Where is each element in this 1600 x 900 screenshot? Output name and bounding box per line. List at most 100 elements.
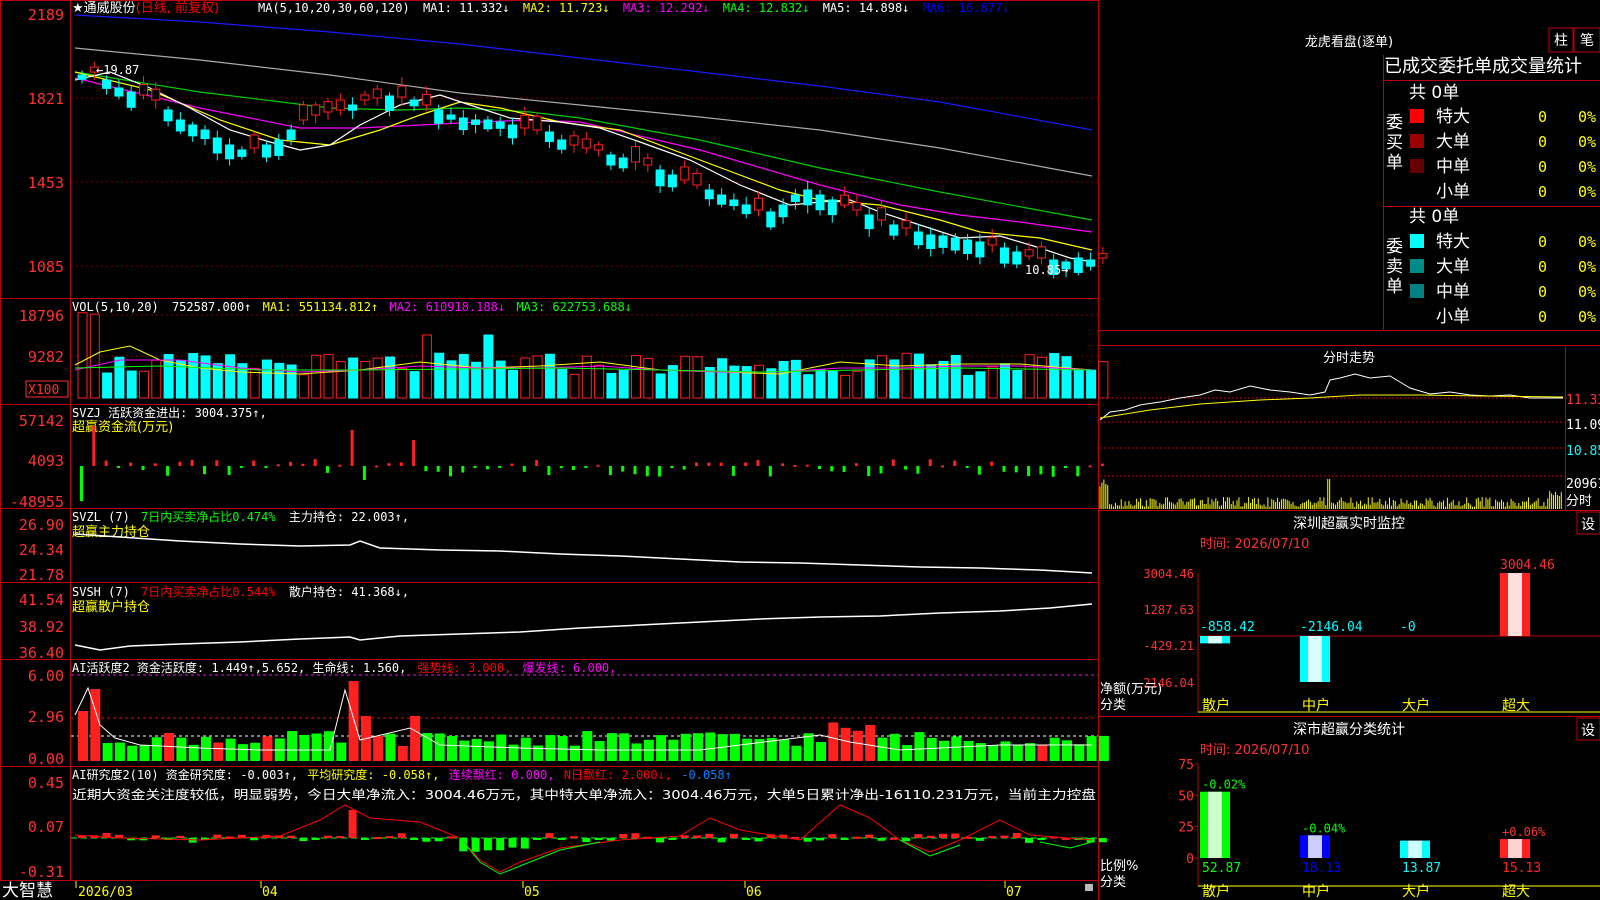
sell-order-swatch	[1410, 234, 1424, 248]
volume-bar	[569, 373, 580, 399]
ai-active-bar	[840, 727, 851, 761]
ai-active-bar	[680, 733, 691, 761]
lock-icon[interactable]	[1085, 884, 1093, 891]
fund-flow-bar	[203, 466, 206, 475]
candle	[1036, 246, 1046, 259]
svzl-hold: 主力持仓: 22.003↑,	[289, 509, 409, 524]
candle	[569, 135, 579, 146]
ai-research-bar	[975, 838, 984, 841]
svsh-header: SVSH (7) 7日内买卖净占比0.544% 散户持仓: 41.368↓,	[72, 584, 409, 599]
fund-flow-bar	[891, 459, 895, 466]
ma5-value: MA5: 14.898↓	[823, 1, 910, 15]
ai-active-bar	[397, 745, 408, 761]
candle	[557, 139, 567, 150]
order-side-char: 单	[1386, 277, 1403, 297]
ai-research-bar	[287, 835, 296, 838]
cls-change-label: -0.02%	[1202, 778, 1246, 792]
cls-unit: 比例%	[1100, 859, 1138, 874]
candle	[766, 211, 776, 228]
volume-bar	[520, 357, 531, 399]
volume-bar	[987, 366, 998, 399]
ai-active-bar	[889, 733, 900, 761]
ai-active-bar	[213, 742, 224, 761]
ai-research-bar	[508, 838, 517, 848]
candle	[163, 109, 173, 122]
ma2-line	[74, 71, 1093, 251]
ai-research-bar	[299, 838, 308, 842]
ai-active-bar	[1012, 745, 1023, 761]
sell-order-pct: 0%	[1578, 258, 1596, 276]
volume-bar	[1098, 361, 1109, 399]
candle	[212, 137, 222, 154]
candle	[237, 149, 247, 157]
volume-bar	[692, 356, 703, 399]
fund-flow-bar	[215, 460, 219, 466]
fund-flow-bar	[744, 462, 748, 466]
fund-flow-bar	[116, 466, 120, 468]
fund-flow-bar	[867, 466, 871, 477]
ai-active-bar	[311, 733, 322, 761]
ai-research-bar	[360, 838, 369, 840]
candle	[274, 139, 284, 156]
cls-title: 深市超赢分类统计	[1293, 721, 1405, 738]
ai-active-bar	[422, 733, 433, 761]
order-stats: 委买单委卖单共 0单共 0单特大 0 0%大单 0 0%中单 0 0%小单 0 0%特大 0 0%大…	[1386, 83, 1596, 327]
ai-research-bar	[213, 834, 222, 838]
ai-research-bar	[914, 834, 923, 838]
ai-research-bar	[250, 838, 259, 841]
dragon-title: 龙虎看盘(逐单)	[1305, 34, 1393, 50]
fund-flow-bar	[473, 466, 477, 468]
candle	[938, 235, 948, 248]
order-side-char: 买	[1386, 133, 1403, 153]
sell-order-count: 0	[1538, 233, 1547, 251]
ai-research-bar	[422, 838, 431, 842]
ai-research-bar	[951, 833, 960, 838]
volume-bar	[827, 370, 838, 399]
panel-borders	[0, 0, 1600, 900]
sz-category: 中户	[1302, 697, 1330, 714]
candle	[1086, 259, 1096, 267]
candle	[262, 144, 271, 158]
ai-research-bar	[324, 835, 332, 838]
ai-research-bar	[902, 838, 911, 842]
candle	[385, 95, 394, 112]
ai-research-nred: N日飘红: 2.000↓,	[564, 767, 672, 782]
ai-research-bar	[803, 838, 812, 842]
low-label: 10.85	[1025, 263, 1061, 277]
candle	[581, 138, 591, 149]
volume-bar	[311, 354, 322, 399]
fund-flow-bar	[153, 463, 157, 466]
svzl-axis: 26.90 24.34 21.78	[19, 516, 64, 584]
volume-bar	[1049, 353, 1060, 399]
candle	[987, 236, 997, 246]
sz-bar	[1200, 636, 1230, 644]
intraday-axis: 11.33 11.09 10.85 20961 分时	[1566, 393, 1600, 509]
candle	[975, 241, 985, 258]
svsh-tick: 38.92	[19, 618, 64, 636]
volume-bar	[631, 355, 641, 399]
ma6-line	[74, 14, 1093, 131]
ai-active-bar	[951, 736, 962, 761]
volume-bar	[348, 357, 359, 399]
ai-research-bar	[680, 835, 689, 838]
cls-bar-highlight	[1508, 839, 1522, 858]
sz-value-label: -2146.04	[1300, 620, 1363, 635]
vol-header: VOL(5,10,20) 752587.000↑ MA1: 551134.812…	[72, 300, 632, 314]
candle	[631, 146, 640, 163]
ai-research-bar	[434, 838, 443, 842]
ai-research-bar	[557, 838, 566, 840]
sz-bar-highlight	[1208, 636, 1222, 644]
volume-bar	[790, 359, 801, 399]
stats-title: 已成交委托单成交量统计	[1384, 56, 1582, 77]
volume-bar	[397, 367, 408, 399]
vol-unit: X100	[28, 383, 59, 398]
sz-bar-highlight	[1308, 636, 1322, 682]
fund-flow-bar	[965, 466, 969, 468]
volume-bar	[372, 357, 383, 399]
volume-bar	[950, 354, 961, 399]
volume-bar	[1012, 369, 1023, 399]
vol-label: VOL(5,10,20)	[72, 300, 159, 314]
order-side-char: 卖	[1386, 257, 1403, 277]
sz-value-label: 3004.46	[1500, 558, 1555, 573]
sz-cat-label: 分类	[1100, 698, 1126, 713]
